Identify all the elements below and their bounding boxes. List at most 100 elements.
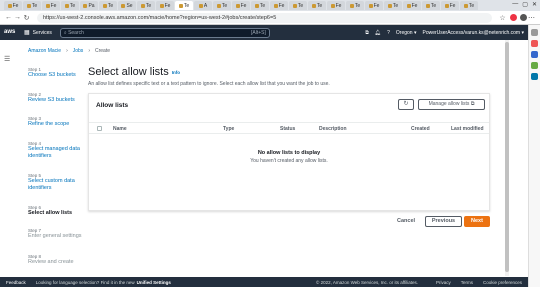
tab-label: A xyxy=(203,2,208,9)
privacy-link[interactable]: Privacy xyxy=(436,280,451,285)
tools-icon[interactable] xyxy=(531,51,538,58)
more-menu-icon[interactable]: ⋯ xyxy=(527,14,536,22)
previous-button[interactable]: Previous xyxy=(425,216,462,227)
extension-icon[interactable] xyxy=(510,14,517,21)
column-name[interactable]: Name xyxy=(113,126,127,132)
breadcrumb-jobs[interactable]: Jobs xyxy=(73,48,84,54)
step-4[interactable]: Step 4 Select managed data identifiers xyxy=(28,141,88,160)
browser-tab[interactable]: Te xyxy=(23,1,41,10)
scrollbar-thumb[interactable] xyxy=(505,42,509,272)
column-status[interactable]: Status xyxy=(280,126,295,132)
tab-favicon-icon xyxy=(216,3,221,8)
column-created[interactable]: Created xyxy=(411,126,430,132)
tab-label: Te xyxy=(221,2,228,9)
help-icon[interactable]: ? xyxy=(387,30,390,36)
feedback-link[interactable]: Feedback xyxy=(6,280,26,285)
browser-tab[interactable]: Te xyxy=(137,1,155,10)
manage-allow-lists-button[interactable]: Manage allow lists ⧉ xyxy=(418,99,485,110)
browser-tab[interactable]: Fe xyxy=(156,1,174,10)
browser-tab[interactable]: Fe xyxy=(42,1,60,10)
browser-tab[interactable]: Te xyxy=(289,1,307,10)
page-scrollbar[interactable] xyxy=(505,40,509,276)
browser-tab[interactable]: Fe xyxy=(4,1,22,10)
browser-tab[interactable]: Te xyxy=(422,1,440,10)
shopping-icon[interactable] xyxy=(531,40,538,47)
favorite-star-icon[interactable]: ☆ xyxy=(498,14,507,22)
aws-footer: Feedback Looking for language selection?… xyxy=(0,277,528,287)
menu-icon[interactable]: ☰ xyxy=(4,56,10,63)
cookie-preferences-link[interactable]: Cookie preferences xyxy=(483,280,522,285)
step-2[interactable]: Step 2 Review S3 buckets xyxy=(28,92,88,104)
tab-label: Te xyxy=(354,2,361,9)
tab-favicon-icon xyxy=(406,3,411,8)
tab-favicon-icon xyxy=(64,3,69,8)
browser-tab[interactable]: Te xyxy=(308,1,326,10)
browser-tab[interactable]: Se xyxy=(118,1,136,10)
step-label[interactable]: Refine the scope xyxy=(28,121,88,128)
browser-tab[interactable]: Fe xyxy=(403,1,421,10)
browser-tab[interactable]: Te xyxy=(251,1,269,10)
column-type[interactable]: Type xyxy=(223,126,234,132)
browser-tab[interactable]: Te xyxy=(99,1,117,10)
tab-favicon-icon xyxy=(368,3,373,8)
browser-tab[interactable]: Fe xyxy=(232,1,250,10)
region-selector[interactable]: Oregon ▾ xyxy=(396,30,417,36)
services-button[interactable]: Services xyxy=(33,30,52,36)
browser-tab[interactable]: Te xyxy=(346,1,364,10)
step-label[interactable]: Select managed data identifiers xyxy=(28,146,88,160)
browser-tab[interactable]: Te xyxy=(213,1,231,10)
games-icon[interactable] xyxy=(531,62,538,69)
search-input[interactable]: ⌕ Search [Alt+S] xyxy=(59,27,270,38)
column-description[interactable]: Description xyxy=(319,126,347,132)
next-button[interactable]: Next xyxy=(464,216,490,227)
back-icon[interactable]: ← xyxy=(4,14,13,21)
select-all-checkbox[interactable] xyxy=(97,126,102,131)
profile-avatar[interactable] xyxy=(520,14,527,21)
browser-tab[interactable]: Te xyxy=(175,1,193,10)
unified-settings-link[interactable]: Unified Settings xyxy=(137,280,171,285)
info-link[interactable]: Info xyxy=(172,70,180,75)
column-last-modified[interactable]: Last modified xyxy=(451,126,484,132)
browser-tab[interactable]: Pa xyxy=(80,1,98,10)
outlook-icon[interactable] xyxy=(531,73,538,80)
services-grid-icon[interactable]: ▦ xyxy=(24,29,30,36)
tab-favicon-icon xyxy=(7,3,12,8)
tab-label: Fe xyxy=(335,2,342,9)
refresh-button[interactable]: ↻ xyxy=(398,99,414,110)
cancel-button[interactable]: Cancel xyxy=(397,218,415,224)
browser-tab[interactable]: A xyxy=(194,1,212,10)
search-icon[interactable] xyxy=(531,29,538,36)
browser-tab[interactable]: Fe xyxy=(441,1,459,10)
step-label[interactable]: Choose S3 buckets xyxy=(28,72,88,79)
step-1[interactable]: Step 1 Choose S3 buckets xyxy=(28,67,88,79)
step-7: Step 7 Enter general settings xyxy=(28,228,88,240)
step-3[interactable]: Step 3 Refine the scope xyxy=(28,116,88,128)
browser-tab[interactable]: Te xyxy=(460,1,478,10)
step-label[interactable]: Review S3 buckets xyxy=(28,97,88,104)
reload-icon[interactable]: ↻ xyxy=(22,14,31,22)
step-8: Step 8 Review and create xyxy=(28,254,88,266)
step-label[interactable]: Select custom data identifiers xyxy=(28,178,88,192)
minimize-icon[interactable]: — xyxy=(512,1,518,8)
external-link-icon: ⧉ xyxy=(470,101,475,107)
aws-logo[interactable]: aws xyxy=(4,29,18,35)
breadcrumb-macie[interactable]: Amazon Macie xyxy=(28,48,61,54)
forward-icon[interactable]: → xyxy=(13,14,22,21)
chevron-right-icon: › xyxy=(88,48,90,54)
browser-tab[interactable]: Fe xyxy=(365,1,383,10)
account-menu[interactable]: PowerUserAccess/varun.ks@netenrich.com ▾ xyxy=(422,30,524,36)
step-5[interactable]: Step 5 Select custom data identifiers xyxy=(28,173,88,192)
browser-tab[interactable]: Fe xyxy=(270,1,288,10)
close-icon[interactable]: ✕ xyxy=(532,1,537,8)
url-field[interactable]: https://us-west-2.console.aws.amazon.com… xyxy=(37,12,492,23)
notifications-icon[interactable]: 🔔︎ xyxy=(375,30,381,36)
tab-label: Te xyxy=(468,2,475,9)
maximize-icon[interactable]: ▢ xyxy=(522,1,528,8)
tab-favicon-icon xyxy=(387,3,392,8)
cloudshell-icon[interactable]: ⧉ xyxy=(365,30,369,36)
browser-tab[interactable]: Te xyxy=(384,1,402,10)
terms-link[interactable]: Terms xyxy=(461,280,473,285)
browser-tab[interactable]: Fe xyxy=(327,1,345,10)
window-controls[interactable]: — ▢ ✕ xyxy=(512,1,537,8)
browser-tab[interactable]: Te xyxy=(61,1,79,10)
